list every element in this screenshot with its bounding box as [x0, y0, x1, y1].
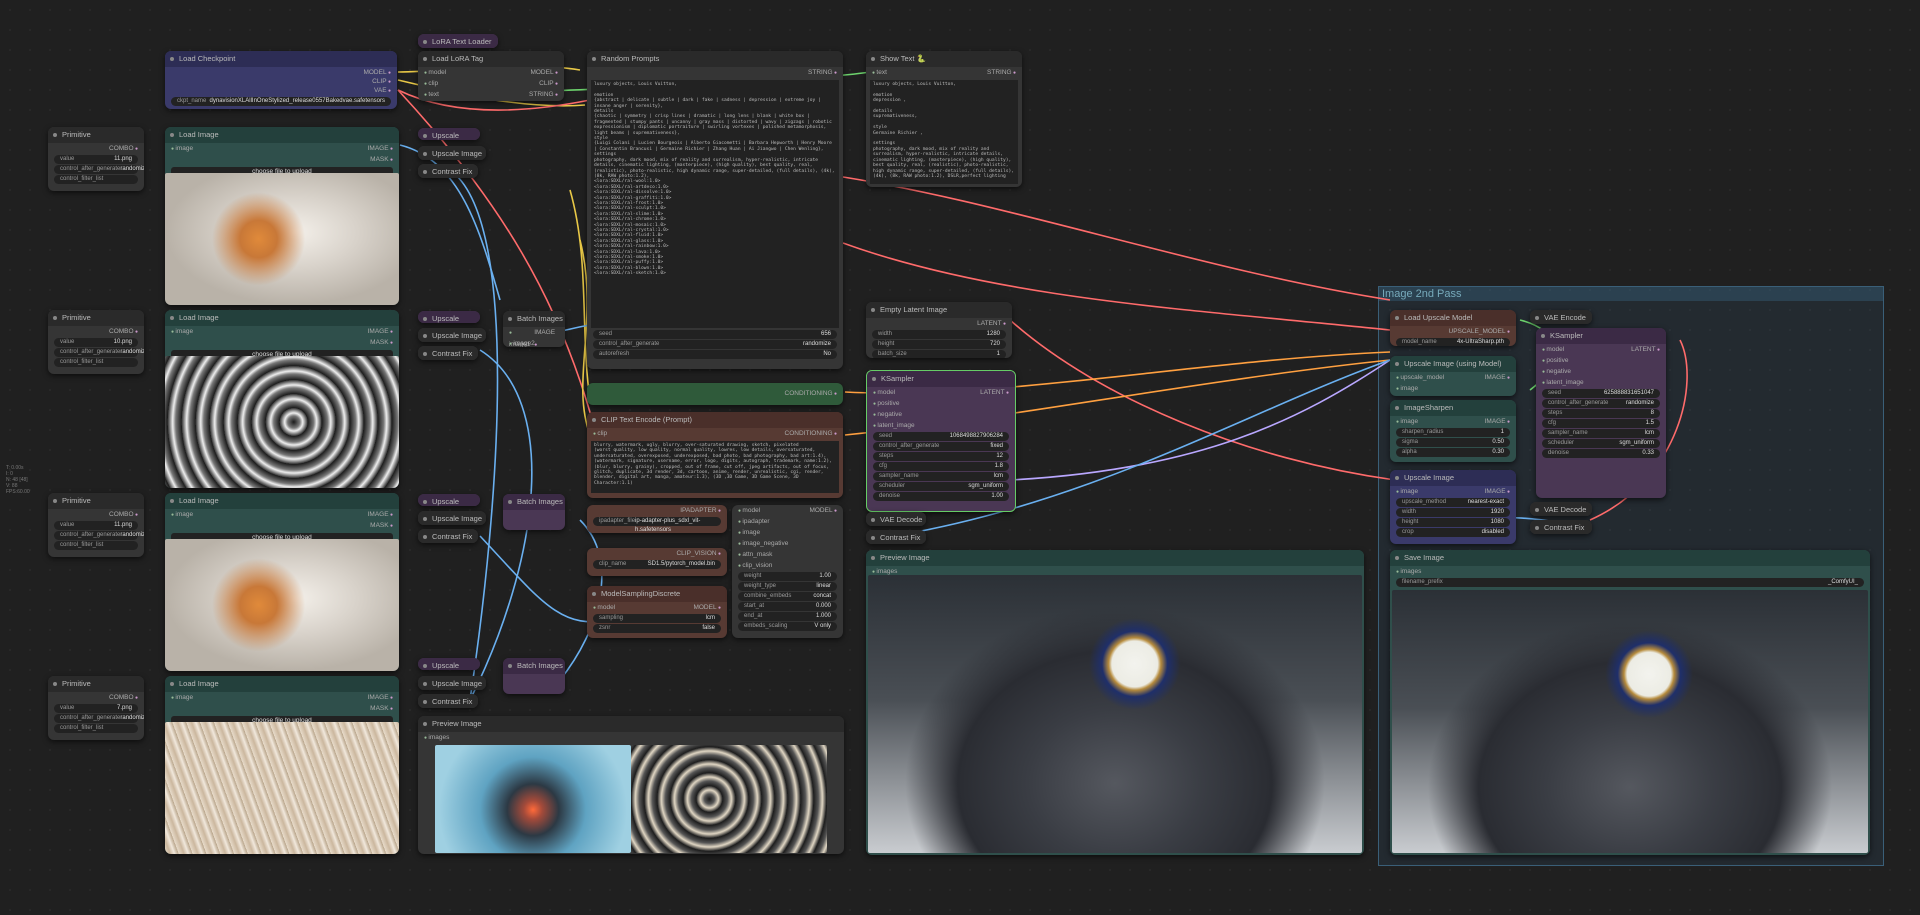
node-upscale-image-using-model[interactable]: Upscale Image (using Model) upscale_mode…: [1390, 356, 1516, 396]
output-vae[interactable]: VAE: [374, 85, 391, 96]
node-vae-encode[interactable]: VAE Encode: [1530, 310, 1592, 324]
node-vae-decode-2[interactable]: VAE Decode: [1530, 502, 1592, 516]
node-upscale-label-1[interactable]: Upscale Image: [418, 128, 480, 140]
image-thumbnail-smoke-face: [165, 173, 399, 305]
negative-prompt-textarea[interactable]: blurry, watermark, ugly, blurry, over-sa…: [591, 441, 839, 493]
node-preview-image-large[interactable]: Preview Image images: [866, 550, 1364, 855]
node-lora-text-loader[interactable]: LoRA Text Loader: [418, 34, 498, 48]
node-ipadapter-loader[interactable]: IPADAPTER ipadapter_fileip-adapter-plus_…: [587, 505, 727, 533]
node-upscale-image-4[interactable]: Upscale Image: [418, 676, 486, 690]
node-random-prompts[interactable]: Random Prompts STRING luxury objects, Lo…: [587, 51, 843, 369]
node-primitive-4[interactable]: Primitive COMBO value7.png control_after…: [48, 676, 144, 740]
node-load-lora-tag[interactable]: Load LoRA Tag modelMODEL clipCLIP textST…: [418, 51, 564, 101]
node-load-image-2[interactable]: Load Image imageIMAGE MASK choose file t…: [165, 310, 399, 488]
node-load-image-3[interactable]: Load Image imageIMAGE MASK choose file t…: [165, 493, 399, 671]
node-upscale-image[interactable]: Upscale Image imageIMAGE upscale_methodn…: [1390, 470, 1516, 544]
node-clip-text-encode-positive[interactable]: CONDITIONING: [587, 383, 843, 405]
autorefresh-widget[interactable]: autorefresh No: [593, 350, 837, 359]
node-ipadapter-apply[interactable]: modelMODEL ipadapter image image_negativ…: [732, 505, 843, 638]
image-thumbnail-coral: [165, 722, 399, 854]
node-upscale-label-4[interactable]: Upscale Image: [418, 658, 480, 670]
node-title: Random Prompts: [587, 51, 843, 67]
group-title: Image 2nd Pass: [1379, 287, 1883, 301]
node-contrast-fix-1[interactable]: Contrast Fix: [418, 164, 478, 178]
node-load-clip-vision[interactable]: CLIP_VISION clip_nameSD1.5/pytorch_model…: [587, 548, 727, 576]
image-thumbnail-chrome-swirl: [165, 356, 399, 488]
seed-widget[interactable]: seed 656: [593, 330, 837, 339]
node-contrast-fix-4[interactable]: Contrast Fix: [418, 694, 478, 708]
preview-thumb-coral: [631, 745, 827, 853]
stats-overlay: T: 0.00s I: 0 N: 48 [48] V: 88 FPS:60.00: [6, 465, 30, 495]
saved-mirror-image: [1392, 590, 1868, 853]
image-thumbnail-smoke-face: [165, 539, 399, 671]
node-save-image[interactable]: Save Image images filename_prefix_ComfyU…: [1390, 550, 1870, 855]
node-ksampler-1[interactable]: KSampler modelLATENT positive negative l…: [866, 370, 1016, 512]
prompt-textarea[interactable]: luxury objects, Louis Vuitton, emotion {…: [591, 80, 839, 328]
node-vae-decode-1[interactable]: VAE Decode: [866, 512, 926, 526]
node-upscale-label-2[interactable]: Upscale Image: [418, 311, 480, 323]
node-show-text[interactable]: Show Text 🐍 textSTRING luxury objects, L…: [866, 51, 1022, 187]
node-primitive-1[interactable]: Primitive COMBO value11.png control_afte…: [48, 127, 144, 191]
node-contrast-fix-5[interactable]: Contrast Fix: [866, 530, 926, 544]
node-title: Show Text 🐍: [866, 51, 1022, 67]
node-batch-images-1[interactable]: Batch Images image1IMAGE image2: [503, 311, 565, 347]
show-text-content: luxury objects, Louis Vuitton, emotion d…: [870, 80, 1018, 184]
node-contrast-fix-2[interactable]: Contrast Fix: [418, 346, 478, 360]
node-batch-images-3[interactable]: Batch Images: [503, 658, 565, 694]
node-upscale-image-1[interactable]: Upscale Image: [418, 146, 486, 160]
cag-widget[interactable]: control_after_generate randomize: [593, 340, 837, 349]
node-contrast-fix-6[interactable]: Contrast Fix: [1530, 520, 1592, 534]
node-batch-images-2[interactable]: Batch Images: [503, 494, 565, 530]
node-ksampler-2[interactable]: KSampler modelLATENT positive negative l…: [1536, 328, 1666, 498]
node-image-sharpen[interactable]: ImageSharpen imageIMAGE sharpen_radius1 …: [1390, 400, 1516, 462]
preview-thumb-smoke: [435, 745, 631, 853]
node-title: Load Checkpoint: [165, 51, 397, 67]
node-title: Load LoRA Tag: [418, 51, 564, 67]
preview-mirror-image: [868, 575, 1362, 853]
node-model-sampling-discrete[interactable]: ModelSamplingDiscrete modelMODEL samplin…: [587, 586, 727, 638]
node-empty-latent-image[interactable]: Empty Latent Image LATENT width1280 heig…: [866, 302, 1012, 358]
ckpt-name-widget[interactable]: ckpt_name dynavisionXLAllInOneStylized_re…: [171, 97, 391, 106]
node-load-image-1[interactable]: Load Image imageIMAGE MASK choose file t…: [165, 127, 399, 305]
node-upscale-image-3[interactable]: Upscale Image: [418, 511, 486, 525]
node-load-upscale-model[interactable]: Load Upscale Model UPSCALE_MODEL model_n…: [1390, 310, 1516, 346]
node-clip-text-encode-negative[interactable]: CLIP Text Encode (Prompt) clipCONDITIONI…: [587, 412, 843, 498]
node-title: LoRA Text Loader: [418, 34, 498, 48]
node-load-checkpoint[interactable]: Load Checkpoint MODEL CLIP VAE ckpt_name…: [165, 51, 397, 109]
node-primitive-2[interactable]: Primitive COMBO value10.png control_afte…: [48, 310, 144, 374]
node-upscale-label-3[interactable]: Upscale Image: [418, 494, 480, 506]
node-contrast-fix-3[interactable]: Contrast Fix: [418, 529, 478, 543]
node-load-image-4[interactable]: Load Image imageIMAGE MASK choose file t…: [165, 676, 399, 854]
node-preview-image-small[interactable]: Preview Image images: [418, 716, 844, 854]
node-primitive-3[interactable]: Primitive COMBO value11.png control_afte…: [48, 493, 144, 557]
node-upscale-image-2[interactable]: Upscale Image: [418, 328, 486, 342]
